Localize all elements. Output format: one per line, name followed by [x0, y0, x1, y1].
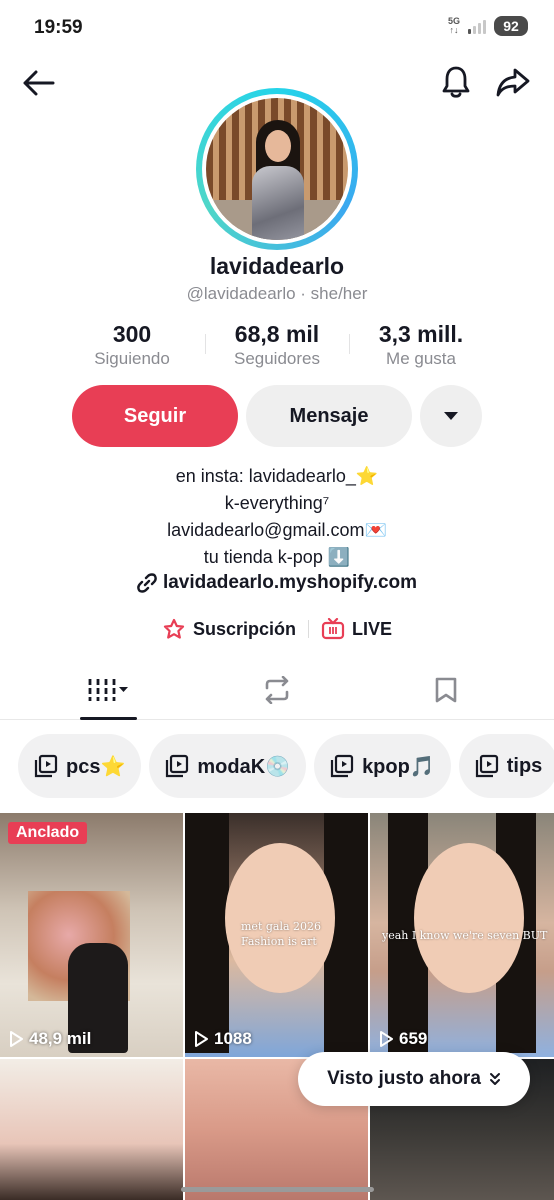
stat-following[interactable]: 300 Siguiendo [72, 320, 192, 370]
playlist-label: pcs⭐ [66, 755, 126, 778]
avatar [206, 98, 348, 240]
playlist-icon [330, 754, 354, 778]
stat-label: Seguidores [233, 349, 320, 368]
bio-line: tu tienda k-pop ⬇️ [203, 547, 351, 567]
live-link[interactable]: LIVE [321, 618, 392, 640]
subscription-label: Suscripción [192, 618, 296, 639]
status-bar: 19:59 5G ↑↓ 92 [0, 0, 554, 56]
profile-username: lavidadearlo [209, 253, 345, 279]
star-badge-icon [163, 618, 185, 639]
profile-extras: Suscripción LIVE [0, 618, 554, 640]
view-count-label: 48,9 mil [29, 1029, 92, 1048]
message-button[interactable]: Mensaje [246, 385, 412, 447]
view-count-label: 1088 [214, 1029, 252, 1048]
back-arrow-icon[interactable] [20, 64, 58, 102]
tv-icon [321, 618, 345, 640]
more-options-button[interactable] [420, 385, 482, 447]
repost-icon [265, 676, 289, 704]
video-caption: yeah I know we're seven BUT [382, 929, 548, 942]
profile-tabs [0, 660, 554, 720]
profile-stats: 300 Siguiendo 68,8 mil Seguidores 3,3 mi… [0, 320, 554, 372]
playlist-label: modaK💿 [197, 755, 291, 778]
view-count: 659 [379, 1029, 427, 1049]
playlist-icon [166, 754, 189, 778]
toast-label: Visto justo ahora [327, 1068, 481, 1089]
playlist-chip[interactable]: kpop🎵 [314, 734, 451, 798]
stat-value: 3,3 mill. [378, 321, 464, 347]
stat-divider [205, 334, 206, 354]
video-thumbnail[interactable]: yeah I know we're seven BUT 659 [370, 813, 554, 1057]
stat-label: Me gusta [386, 349, 456, 368]
view-count: 1088 [194, 1029, 252, 1049]
stat-value: 68,8 mil [234, 321, 320, 347]
status-indicators: 5G ↑↓ 92 [448, 16, 528, 36]
stat-likes[interactable]: 3,3 mill. Me gusta [356, 320, 486, 370]
pinned-badge: Anclado [8, 822, 88, 844]
bio-line: k-everything⁷ [224, 493, 330, 513]
bio-link[interactable]: lavidadearlo.myshopify.com [0, 572, 554, 594]
tab-saved[interactable] [386, 660, 506, 720]
profile-handle: @lavidadearlo · she/her [186, 284, 368, 303]
stat-followers[interactable]: 68,8 mil Seguidores [212, 320, 342, 370]
caption-line: met gala 2026 [241, 920, 322, 933]
bio-link-text: lavidadearlo.myshopify.com [162, 572, 418, 593]
playlist-chips: pcs⭐ modaK💿 kpop🎵 tips [18, 734, 554, 798]
double-chevron-down-icon [489, 1073, 500, 1085]
video-thumbnail[interactable] [0, 1059, 183, 1200]
signal-icon [468, 18, 486, 34]
share-icon[interactable] [493, 62, 533, 102]
active-tab-indicator [80, 717, 137, 720]
stat-label: Siguiendo [94, 349, 170, 368]
video-thumbnail[interactable]: met gala 2026 Fashion is art 1088 [185, 813, 368, 1057]
profile-bio: en insta: lavidadearlo_⭐ k-everything⁷ l… [0, 463, 554, 571]
playlist-chip[interactable]: tips [458, 734, 554, 798]
avatar-ring[interactable] [196, 88, 358, 250]
play-icon [195, 1031, 208, 1047]
play-icon [380, 1031, 393, 1047]
playlist-label: kpop🎵 [362, 755, 435, 778]
stat-value: 300 [112, 321, 152, 347]
network-label: 5G [447, 16, 460, 26]
play-icon [10, 1031, 23, 1047]
caret-down-icon [444, 412, 458, 420]
tab-reposts[interactable] [217, 660, 337, 720]
seen-now-toast[interactable]: Visto justo ahora [298, 1052, 530, 1106]
extras-divider [308, 620, 309, 638]
tab-videos[interactable] [48, 660, 168, 720]
status-time: 19:59 [34, 17, 83, 38]
bell-icon[interactable] [436, 62, 476, 102]
caption-line: Fashion is art [241, 935, 317, 948]
bio-line: lavidadearlo@gmail.com💌 [167, 520, 387, 540]
playlist-icon [475, 754, 498, 778]
view-count: 48,9 mil [9, 1029, 91, 1049]
live-label: LIVE [352, 618, 393, 639]
playlist-chip[interactable]: pcs⭐ [18, 734, 142, 798]
grid-menu-icon [88, 679, 128, 701]
video-thumbnail[interactable]: Anclado 48,9 mil [0, 813, 183, 1057]
video-grid: Anclado 48,9 mil met gala 2026 Fashion i… [0, 813, 554, 1200]
network-badge: 5G ↑↓ [447, 16, 460, 35]
avatar-frame [202, 94, 352, 244]
follow-button[interactable]: Seguir [72, 385, 238, 447]
battery-icon: 92 [494, 16, 528, 36]
playlist-icon [34, 754, 58, 778]
playlist-label: tips [506, 754, 543, 777]
video-caption: met gala 2026 Fashion is art [241, 919, 321, 949]
home-indicator[interactable] [181, 1187, 374, 1192]
link-icon [137, 573, 157, 593]
stat-divider [349, 334, 350, 354]
bookmark-icon [435, 677, 457, 703]
view-count-label: 659 [399, 1029, 428, 1048]
bio-line: en insta: lavidadearlo_⭐ [175, 466, 379, 486]
subscription-link[interactable]: Suscripción [162, 618, 296, 640]
playlist-chip[interactable]: modaK💿 [149, 734, 307, 798]
